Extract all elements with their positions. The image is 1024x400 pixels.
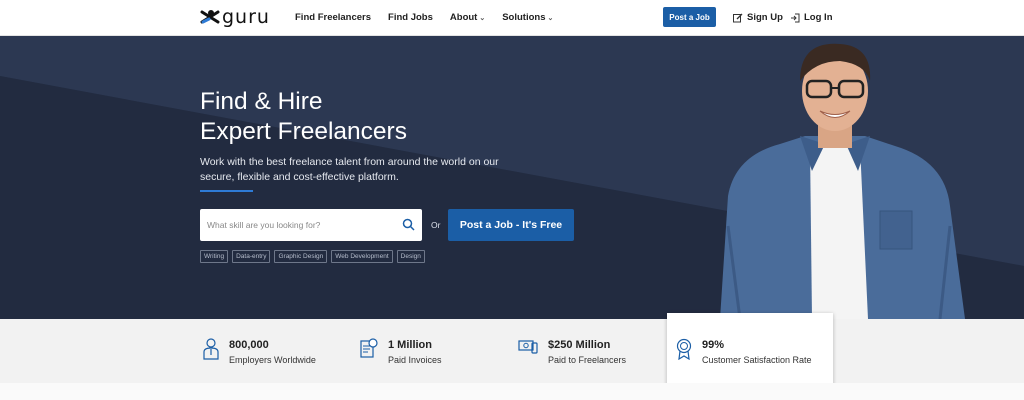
post-job-button[interactable]: Post a Job (663, 7, 716, 27)
stat-label: Paid to Freelancers (548, 355, 627, 365)
hero-person-image (720, 43, 965, 319)
search-placeholder: What skill are you looking for? (207, 220, 321, 230)
search-icon[interactable] (402, 218, 415, 231)
skill-search-input[interactable]: What skill are you looking for? (200, 209, 422, 241)
invoice-icon (360, 338, 378, 358)
nav-find-jobs[interactable]: Find Jobs (388, 12, 433, 23)
money-icon (518, 340, 538, 354)
tag-writing[interactable]: Writing (200, 250, 229, 263)
tag-web-development[interactable]: Web Development (331, 250, 393, 263)
log-in-label: Log In (804, 12, 833, 23)
guru-logo-icon (200, 10, 220, 24)
skill-tags: Writing Data-entry Graphic Design Web De… (200, 250, 425, 263)
award-icon (676, 338, 692, 360)
title-underline (200, 190, 253, 192)
logo-text: guru (222, 6, 270, 28)
edit-icon (733, 13, 743, 22)
sign-up-link[interactable]: Sign Up (733, 12, 783, 23)
hero-title-line1: Find & Hire (200, 88, 323, 115)
tag-graphic-design[interactable]: Graphic Design (274, 250, 328, 263)
tag-data-entry[interactable]: Data-entry (232, 250, 271, 263)
tag-design[interactable]: Design (396, 250, 425, 263)
log-in-link[interactable]: Log In (790, 12, 833, 23)
stat-label: Paid Invoices (388, 355, 442, 365)
nav-solutions-label: Solutions (502, 12, 546, 23)
stat-invoices: 1 Million Paid Invoices (360, 338, 442, 366)
stat-label: Customer Satisfaction Rate (702, 355, 812, 365)
nav-links: Find Freelancers Find Jobs About ⌄ Soluti… (295, 12, 553, 23)
nav-find-freelancers[interactable]: Find Freelancers (295, 12, 371, 23)
top-nav: guru Find Freelancers Find Jobs About ⌄ S… (0, 0, 1024, 36)
stat-value: 800,000 (229, 339, 269, 351)
chevron-down-icon: ⌄ (479, 15, 486, 22)
stats-strip (0, 319, 1024, 383)
guru-logo[interactable]: guru (200, 7, 270, 27)
nav-about-label: About (449, 12, 478, 23)
chevron-down-icon: ⌄ (547, 15, 554, 22)
nav-solutions[interactable]: Solutions ⌄ (502, 12, 553, 23)
stat-satisfaction: 99% Customer Satisfaction Rate (676, 338, 812, 366)
hero-title: Find & Hire Expert Freelancers (200, 87, 407, 147)
sign-up-label: Sign Up (747, 12, 783, 23)
stat-value: 1 Million (388, 339, 432, 351)
stat-paid: $250 Million Paid to Freelancers (518, 338, 626, 366)
stat-label: Employers Worldwide (229, 355, 316, 365)
login-icon (791, 13, 800, 22)
hero-title-line2: Expert Freelancers (200, 118, 407, 145)
stat-employers: 800,000 Employers Worldwide (203, 338, 316, 366)
hero-subtitle: Work with the best freelance talent from… (200, 156, 499, 183)
stat-value: 99% (702, 339, 725, 351)
bottom-band (0, 383, 1024, 400)
stat-value: $250 Million (548, 339, 611, 351)
or-text: Or (431, 220, 441, 230)
person-icon (203, 338, 219, 360)
post-job-free-button[interactable]: Post a Job - It's Free (448, 209, 574, 241)
nav-about[interactable]: About ⌄ (450, 12, 485, 23)
